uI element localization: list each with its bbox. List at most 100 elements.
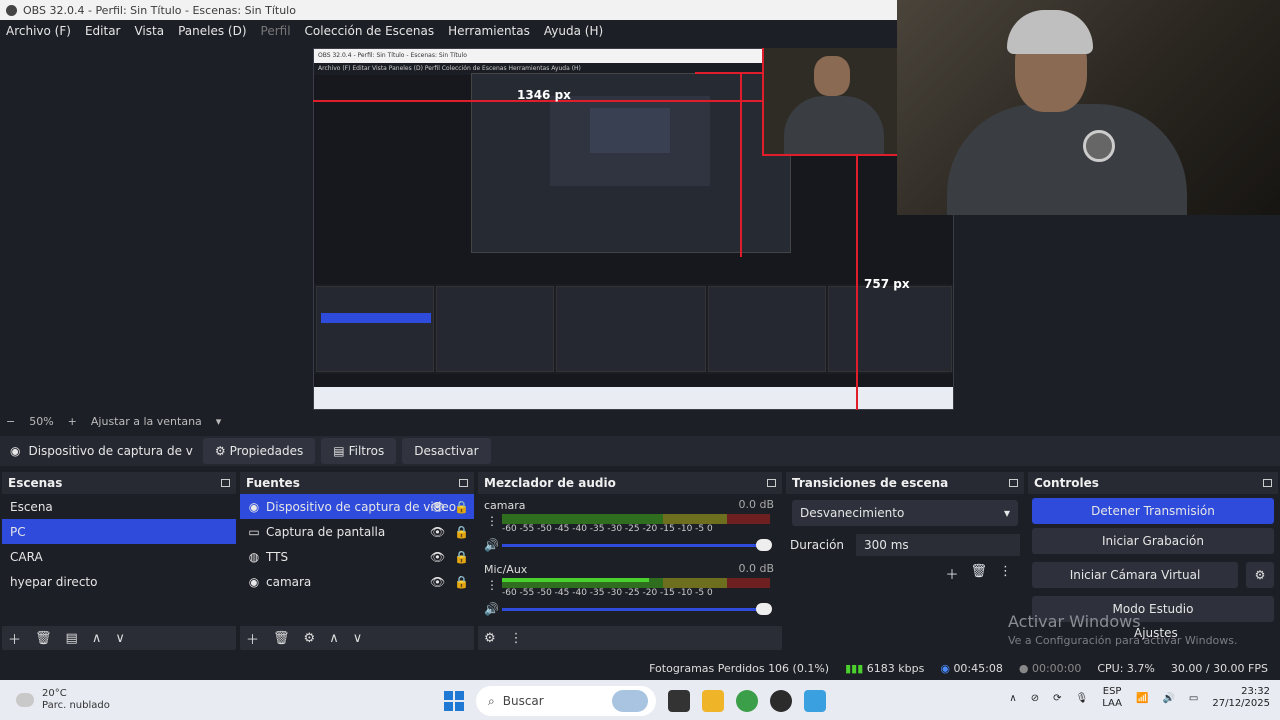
- taskbar-search[interactable]: ⌕ Buscar: [476, 686, 656, 716]
- volume-slider[interactable]: [502, 603, 772, 615]
- filters-button[interactable]: ▤ Filtros: [321, 438, 397, 464]
- app-icon[interactable]: [804, 690, 826, 712]
- source-item-video-capture[interactable]: ◉ Dispositivo de captura de video 👁 🔒: [240, 494, 474, 519]
- transition-selected: Desvanecimiento: [800, 506, 905, 520]
- eye-icon[interactable]: 👁: [430, 550, 445, 564]
- dropped-frames: Fotogramas Perdidos 106 (0.1%): [649, 661, 830, 675]
- zoom-in-button[interactable]: +: [68, 415, 77, 428]
- wifi-icon[interactable]: 📶: [1136, 693, 1148, 704]
- start-virtual-camera-button[interactable]: Iniciar Cámara Virtual: [1032, 562, 1238, 588]
- obs-app-icon[interactable]: [770, 690, 792, 712]
- add-scene-icon[interactable]: ＋: [8, 629, 21, 648]
- duration-row: Duración 300 ms: [786, 532, 1024, 558]
- mixer-footer: ⚙ ⋮: [478, 626, 782, 650]
- fit-to-window[interactable]: Ajustar a la ventana: [91, 415, 202, 428]
- remove-scene-icon[interactable]: 🗑: [35, 631, 52, 646]
- scenes-dock: Escenas Escena PC CARA hyepar directo ＋ …: [2, 472, 236, 650]
- move-down-icon[interactable]: ∨: [115, 631, 125, 646]
- move-down-icon[interactable]: ∨: [353, 631, 363, 646]
- volume-slider[interactable]: [502, 539, 772, 551]
- undock-icon[interactable]: [1263, 479, 1272, 487]
- volume-icon[interactable]: 🔊: [1162, 693, 1174, 704]
- speaker-icon[interactable]: 🔊: [484, 602, 499, 616]
- microphone-icon[interactable]: 🎙: [1076, 693, 1089, 704]
- source-item-camara[interactable]: ◉ camara 👁 🔒: [240, 569, 474, 594]
- menu-editar[interactable]: Editar: [85, 24, 121, 38]
- source-properties-icon[interactable]: ⚙: [304, 631, 316, 646]
- menu-perfil[interactable]: Perfil: [261, 24, 291, 38]
- source-item-tts[interactable]: ◍ TTS 👁 🔒: [240, 544, 474, 569]
- cpu-usage: CPU: 3.7%: [1097, 661, 1155, 675]
- start-recording-button[interactable]: Iniciar Grabación: [1032, 528, 1274, 554]
- system-tray: ∧ ⊘ ⟳ 🎙 ESP LAA 📶 🔊 ▭ 23:32 27/12/2025: [1009, 686, 1270, 710]
- remove-transition-icon[interactable]: 🗑: [970, 564, 987, 583]
- webcam-source-frame[interactable]: [762, 48, 897, 156]
- source-item-screen-capture[interactable]: ▭ Captura de pantalla 👁 🔒: [240, 519, 474, 544]
- lock-icon[interactable]: 🔒: [454, 500, 469, 514]
- mixer-settings-icon[interactable]: ⚙: [484, 631, 496, 646]
- virtual-camera-gear-icon[interactable]: ⚙: [1246, 562, 1274, 588]
- height-label: 757 px: [864, 277, 910, 291]
- deactivate-button[interactable]: Desactivar: [402, 438, 491, 464]
- scene-item-escena[interactable]: Escena: [2, 494, 236, 519]
- undock-icon[interactable]: [767, 479, 776, 487]
- menu-vista[interactable]: Vista: [134, 24, 164, 38]
- lock-icon[interactable]: 🔒: [454, 525, 469, 539]
- add-transition-icon[interactable]: ＋: [945, 564, 958, 583]
- mixer-menu-icon[interactable]: ⋮: [510, 631, 523, 646]
- properties-button[interactable]: ⚙ Propiedades: [202, 438, 316, 464]
- undock-icon[interactable]: [459, 479, 468, 487]
- weather-widget[interactable]: 20°C Parc. nublado: [16, 688, 110, 712]
- eye-icon[interactable]: 👁: [430, 575, 445, 589]
- zoom-out-button[interactable]: −: [6, 415, 15, 428]
- lock-icon[interactable]: 🔒: [454, 575, 469, 589]
- settings-button[interactable]: Ajustes: [1134, 626, 1178, 640]
- volume-slider-handle[interactable]: [756, 603, 772, 615]
- source-toolbar: ◉ Dispositivo de captura de v ⚙ Propiedad…: [0, 436, 1280, 466]
- eye-icon[interactable]: 👁: [430, 525, 445, 539]
- duration-spinbox[interactable]: 300 ms: [856, 534, 1020, 556]
- move-up-icon[interactable]: ∧: [92, 631, 102, 646]
- transition-menu-icon[interactable]: ⋮: [999, 564, 1012, 583]
- transition-select[interactable]: Desvanecimiento ▾: [792, 500, 1018, 526]
- zoom-dropdown-icon[interactable]: ▾: [216, 415, 222, 428]
- menu-paneles[interactable]: Paneles (D): [178, 24, 246, 38]
- lock-icon[interactable]: 🔒: [454, 550, 469, 564]
- sources-title: Fuentes: [246, 476, 300, 490]
- sync-icon[interactable]: ⟳: [1053, 693, 1061, 704]
- scene-filters-icon[interactable]: ▤: [66, 631, 78, 646]
- windows-start-icon[interactable]: [444, 691, 464, 711]
- search-highlight-image: [612, 690, 648, 712]
- menu-archivo[interactable]: Archivo (F): [6, 24, 71, 38]
- bitrate-value: 6183 kbps: [866, 661, 925, 675]
- scene-item-hyepar-directo[interactable]: hyepar directo: [2, 569, 236, 594]
- chrome-icon[interactable]: [736, 690, 758, 712]
- tray-app-icon[interactable]: ⊘: [1031, 693, 1039, 704]
- scene-item-cara[interactable]: CARA: [2, 544, 236, 569]
- scene-item-pc[interactable]: PC: [2, 519, 236, 544]
- undock-icon[interactable]: [221, 479, 230, 487]
- source-label: Dispositivo de captura de video: [266, 499, 457, 514]
- terminal-app-icon[interactable]: [668, 690, 690, 712]
- volume-slider-handle[interactable]: [756, 539, 772, 551]
- remove-source-icon[interactable]: 🗑: [273, 631, 290, 646]
- red-guide-inner-h: [695, 72, 765, 74]
- stop-streaming-button[interactable]: Detener Transmisión: [1032, 498, 1274, 524]
- mixer-title: Mezclador de audio: [484, 476, 616, 490]
- clock[interactable]: 23:32 27/12/2025: [1212, 686, 1270, 710]
- menu-ayuda[interactable]: Ayuda (H): [544, 24, 603, 38]
- undock-icon[interactable]: [1009, 479, 1018, 487]
- controls-header: Controles: [1028, 472, 1278, 494]
- eye-icon[interactable]: 👁: [430, 500, 445, 514]
- menu-herramientas[interactable]: Herramientas: [448, 24, 530, 38]
- battery-icon[interactable]: ▭: [1189, 693, 1198, 704]
- chevron-up-icon[interactable]: ∧: [1009, 693, 1016, 704]
- channel-menu-icon[interactable]: ⋮: [486, 514, 498, 528]
- language-indicator[interactable]: ESP LAA: [1102, 686, 1122, 710]
- file-explorer-icon[interactable]: [702, 690, 724, 712]
- channel-menu-icon[interactable]: ⋮: [486, 578, 498, 592]
- speaker-icon[interactable]: 🔊: [484, 538, 499, 552]
- move-up-icon[interactable]: ∧: [329, 631, 339, 646]
- add-source-icon[interactable]: ＋: [246, 629, 259, 648]
- menu-coleccion-escenas[interactable]: Colección de Escenas: [305, 24, 435, 38]
